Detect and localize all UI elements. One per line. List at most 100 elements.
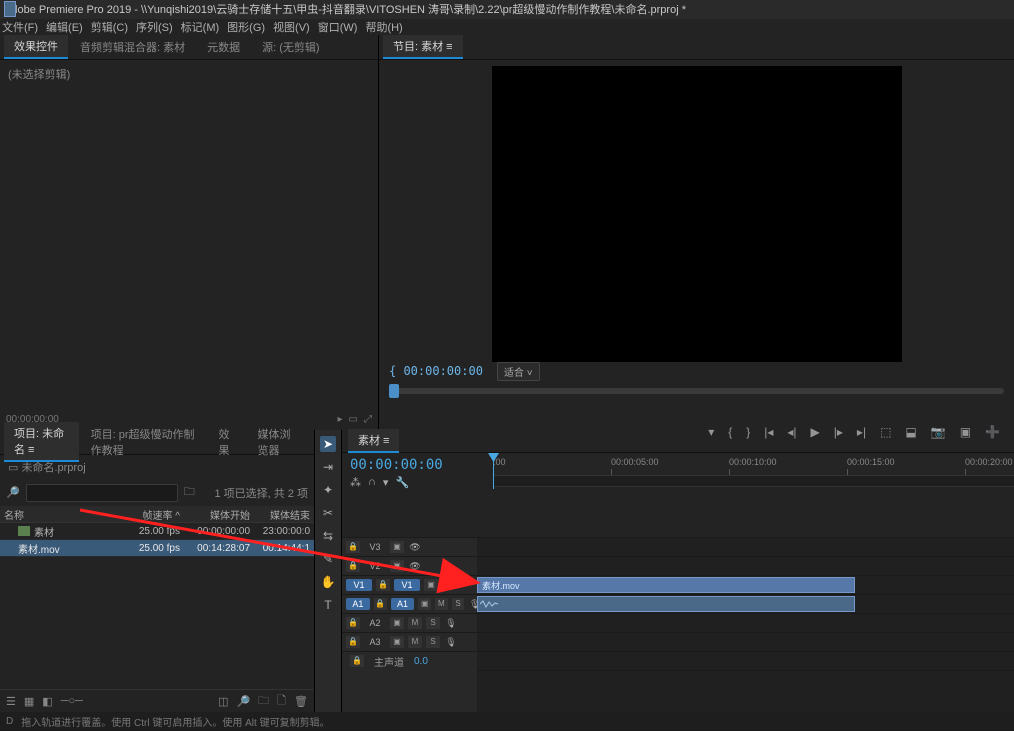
timeline-content[interactable]: 素材.mov	[477, 489, 1014, 712]
new-item-icon[interactable]: 🗋	[277, 692, 286, 711]
icon-view-icon[interactable]: ▦	[24, 695, 34, 708]
link-icon[interactable]: ∩	[368, 476, 376, 489]
v1-eye-icon[interactable]: 👁	[442, 580, 456, 591]
a3-rec-icon[interactable]: 🎙	[444, 637, 458, 648]
tab-program[interactable]: 节目: 素材 ≡	[383, 35, 463, 59]
program-scrubber[interactable]	[379, 380, 1014, 418]
export-frame-icon[interactable]: 📷	[931, 425, 946, 439]
razor-tool[interactable]: ✂	[320, 505, 336, 521]
pen-tool[interactable]: ✎	[320, 551, 336, 567]
tab-metadata[interactable]: 元数据	[197, 36, 250, 58]
video-clip[interactable]: 素材.mov	[477, 577, 855, 593]
compare-icon[interactable]: ▣	[960, 425, 971, 439]
v2-target[interactable]: ▣	[390, 560, 404, 572]
new-bin-icon[interactable]: 🗀	[184, 483, 195, 502]
a3-target[interactable]: ▣	[390, 636, 404, 648]
col-fps[interactable]: 帧速率 ^	[120, 507, 180, 522]
v1-track[interactable]: 素材.mov	[477, 576, 1014, 595]
audio-clip[interactable]	[477, 596, 855, 612]
tab-source[interactable]: 源: (无剪辑)	[252, 36, 329, 58]
fit-select[interactable]: 适合 ˅	[497, 362, 540, 381]
tab-audio-mixer[interactable]: 音频剪辑混合器: 素材	[70, 36, 195, 58]
col-name[interactable]: 名称	[4, 507, 120, 522]
timeline-timecode[interactable]: 00:00:00:00	[350, 457, 485, 473]
in-bracket-icon[interactable]: {	[728, 425, 732, 439]
menu-clip[interactable]: 剪辑(C)	[91, 19, 128, 35]
v2-label[interactable]: V2	[364, 561, 386, 571]
program-screen[interactable]	[492, 66, 902, 362]
a1-src[interactable]: A1	[346, 598, 370, 610]
go-out-icon[interactable]: ▸|	[857, 425, 866, 439]
project-search-input[interactable]	[26, 484, 178, 502]
a2-mute[interactable]: M	[408, 617, 422, 629]
a3-lock[interactable]: 🔒	[346, 636, 360, 648]
auto-seq-icon[interactable]: ◫	[218, 695, 228, 708]
timeline-ruler[interactable]: :0000:00:05:0000:00:10:0000:00:15:0000:0…	[493, 453, 1014, 476]
menu-file[interactable]: 文件(F)	[2, 19, 38, 35]
a3-mute[interactable]: M	[408, 636, 422, 648]
v2-eye-icon[interactable]: 👁	[408, 561, 422, 572]
menu-help[interactable]: 帮助(H)	[365, 19, 402, 35]
zoom-slider[interactable]: ─○─	[61, 695, 83, 707]
slip-tool[interactable]: ⇆	[320, 528, 336, 544]
timeline-playhead[interactable]	[493, 453, 494, 489]
track-select-tool[interactable]: ⇥	[320, 459, 336, 475]
v1-label[interactable]: V1	[394, 579, 420, 591]
menu-edit[interactable]: 编辑(E)	[46, 19, 83, 35]
master-db[interactable]: 0.0	[414, 656, 428, 667]
snap-icon[interactable]: ⁂	[350, 476, 361, 489]
settings-wrench-icon[interactable]: 🔧	[395, 476, 409, 489]
a3-solo[interactable]: S	[426, 636, 440, 648]
settings-icon[interactable]: ➕	[985, 425, 1000, 439]
a3-label[interactable]: A3	[364, 637, 386, 647]
hand-tool[interactable]: ✋	[320, 574, 336, 590]
timeline-zoom-bar[interactable]	[493, 476, 1014, 487]
step-fwd-icon[interactable]: |▸	[834, 425, 843, 439]
a2-target[interactable]: ▣	[390, 617, 404, 629]
v3-eye-icon[interactable]: 👁	[408, 542, 422, 553]
menu-graphics[interactable]: 图形(G)	[227, 19, 265, 35]
list-view-icon[interactable]: ☰	[6, 695, 16, 708]
a2-track[interactable]	[477, 614, 1014, 633]
lift-icon[interactable]: ⬚	[880, 425, 891, 439]
v2-track[interactable]	[477, 557, 1014, 576]
menu-marker[interactable]: 标记(M)	[181, 19, 220, 35]
effect-footer-icon3[interactable]: ⤢	[364, 414, 372, 430]
effect-footer-icon2[interactable]: ▭	[349, 414, 358, 430]
tab-effect-controls[interactable]: 效果控件	[4, 35, 68, 59]
tab-sequence[interactable]: 素材 ≡	[348, 429, 399, 453]
extract-icon[interactable]: ⬓	[905, 425, 916, 439]
program-playhead[interactable]	[389, 384, 399, 398]
a3-track[interactable]	[477, 633, 1014, 652]
v1-lock[interactable]: 🔒	[376, 579, 390, 591]
col-start[interactable]: 媒体开始	[180, 507, 250, 522]
a1-label[interactable]: A1	[391, 598, 415, 610]
type-tool[interactable]: T	[320, 597, 336, 613]
a2-label[interactable]: A2	[364, 618, 386, 628]
master-track[interactable]	[477, 652, 1014, 671]
out-bracket-icon[interactable]: }	[746, 425, 750, 439]
menu-seq[interactable]: 序列(S)	[136, 19, 173, 35]
a2-rec-icon[interactable]: 🎙	[444, 618, 458, 629]
a1-lock[interactable]: 🔒	[374, 598, 387, 610]
program-timecode[interactable]: { 00:00:00:00	[389, 364, 483, 378]
v3-target[interactable]: ▣	[390, 541, 404, 553]
step-back-icon[interactable]: ◂|	[787, 425, 796, 439]
ripple-tool[interactable]: ✦	[320, 482, 336, 498]
play-icon[interactable]: ▶	[811, 425, 820, 439]
menu-window[interactable]: 窗口(W)	[318, 19, 358, 35]
a2-solo[interactable]: S	[426, 617, 440, 629]
col-end[interactable]: 媒体结束	[250, 507, 310, 522]
v3-lock[interactable]: 🔒	[346, 541, 360, 553]
v1-src[interactable]: V1	[346, 579, 372, 591]
new-bin-btn[interactable]: 🗀	[258, 692, 269, 711]
master-lock[interactable]: 🔒	[350, 655, 364, 667]
v2-lock[interactable]: 🔒	[346, 560, 360, 572]
v3-track[interactable]	[477, 538, 1014, 557]
marker-icon[interactable]: ▾	[708, 425, 714, 439]
a1-mute[interactable]: M	[435, 598, 448, 610]
selection-tool[interactable]: ➤	[320, 436, 336, 452]
project-row[interactable]: 素材25.00 fps00:00:00:0023:00:00:0	[0, 523, 314, 540]
a1-track[interactable]	[477, 595, 1014, 614]
effect-footer-icon1[interactable]: ▸	[338, 414, 343, 430]
